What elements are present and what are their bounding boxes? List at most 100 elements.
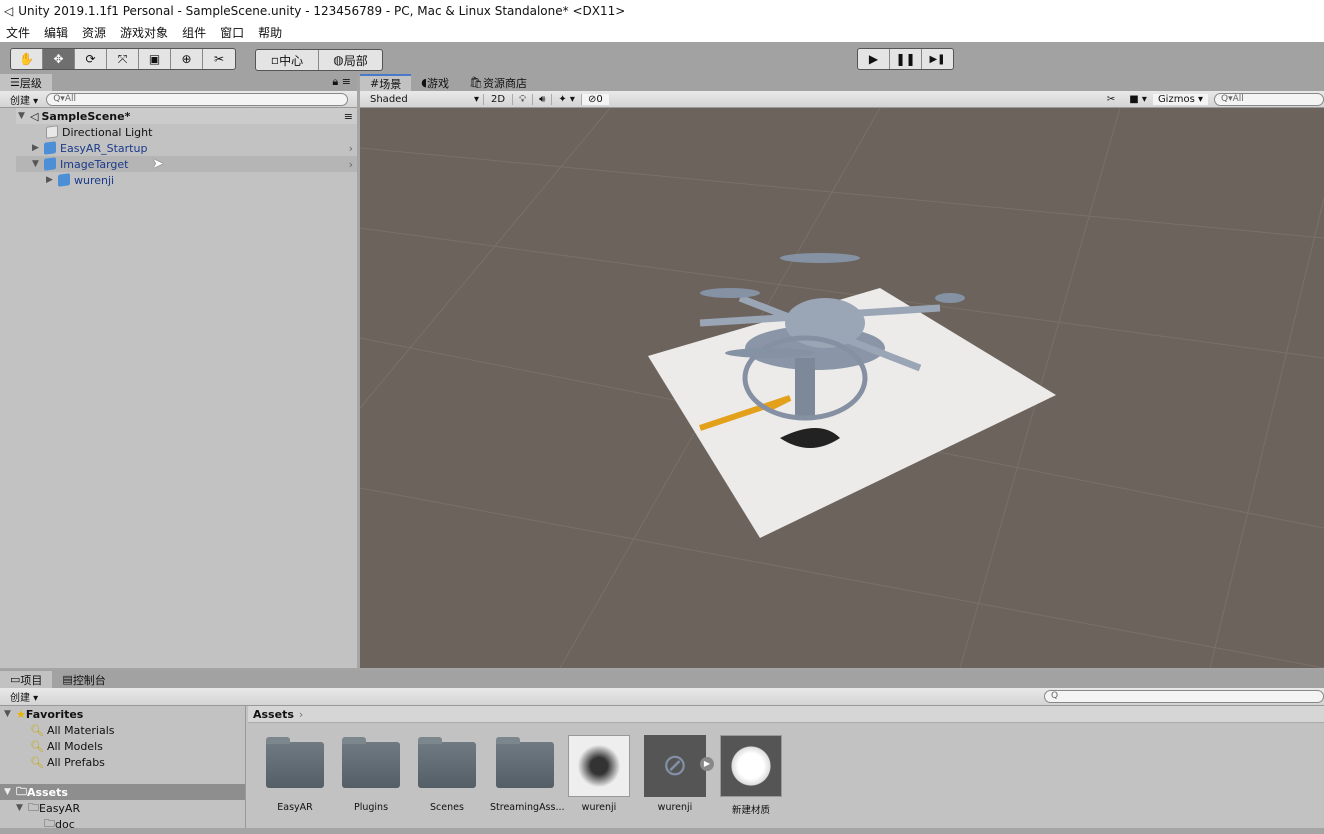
scene-canvas <box>360 108 1324 668</box>
asset-folder[interactable]: StreamingAss... <box>490 734 565 813</box>
asset-folder[interactable]: Scenes <box>414 734 480 813</box>
play-button[interactable]: ▶ <box>858 49 890 69</box>
prefab-icon <box>44 141 56 155</box>
menu-gameobject[interactable]: 游戏对象 <box>120 24 168 41</box>
favorite-item[interactable]: 🔍︎ All Models <box>0 738 245 754</box>
asset-folder[interactable]: EasyAR <box>262 734 328 813</box>
shading-dropdown[interactable]: Shaded ▾ <box>360 93 484 105</box>
search-icon: 🔍︎ <box>30 755 44 769</box>
asset-model[interactable]: ⊘ wurenji ▶ <box>642 735 714 813</box>
pivot-group: ▫ 中心 ◍ 局部 <box>255 49 383 71</box>
tree-item[interactable]: 🗀︎ doc <box>0 816 245 832</box>
transform-tools: ✋ ✥ ⟳ ⤧ ▣ ⊕ ✂ <box>10 48 236 70</box>
play-controls: ▶ ❚❚ ▶❚ <box>857 48 954 70</box>
scene-toolbar: Shaded ▾ 2D 💡︎ 🔊︎ ✦ ▾ ⊘0 ✂ ■ ▾ Gizmos ▾ Q… <box>360 91 1324 108</box>
menu-file[interactable]: 文件 <box>6 24 30 41</box>
favorite-item[interactable]: 🔍︎ All Prefabs <box>0 754 245 770</box>
create-dropdown[interactable]: 创建 ▾ <box>10 92 38 107</box>
list-item[interactable]: ▶ wurenji <box>16 172 357 188</box>
title-bar: ◁ Unity 2019.1.1f1 Personal - SampleScene… <box>0 0 1324 22</box>
folder-icon <box>266 737 324 788</box>
scene-menu-icon[interactable]: ≡ <box>344 110 353 123</box>
hierarchy-tabs: ☰ 层级 🔒︎ ≡ <box>0 74 357 91</box>
asset-browser: Assets › EasyAR Plugins Scenes StreamingA… <box>248 706 1324 828</box>
gizmos-dropdown[interactable]: Gizmos ▾ <box>1152 93 1208 105</box>
project-search[interactable]: Q <box>1044 690 1324 703</box>
unity-logo-icon: ◁ <box>4 4 14 18</box>
texture-thumbnail <box>568 735 630 797</box>
expand-arrow-icon[interactable]: ▶ <box>700 757 714 771</box>
scene-viewport[interactable] <box>360 108 1324 668</box>
hierarchy-panel: ☰ 层级 🔒︎ ≡ 创建 ▾ Q▾All ▼ ◁ SampleScene* ≡ Dire… <box>0 74 357 668</box>
pivot-toggle[interactable]: ▫ 中心 <box>256 50 319 70</box>
search-icon: 🔍︎ <box>30 723 44 737</box>
scale-tool-button[interactable]: ⤧ <box>107 49 139 69</box>
hand-tool-button[interactable]: ✋ <box>11 49 43 69</box>
space-toggle[interactable]: ◍ 局部 <box>319 50 382 70</box>
project-create-dropdown[interactable]: 创建 ▾ <box>10 689 38 704</box>
prefab-icon <box>58 173 70 187</box>
material-thumbnail <box>720 735 782 797</box>
mouse-cursor: ➤ <box>152 156 164 172</box>
rotate-tool-button[interactable]: ⟳ <box>75 49 107 69</box>
rect-tool-button[interactable]: ▣ <box>139 49 171 69</box>
gameobject-icon <box>46 125 58 139</box>
menu-window[interactable]: 窗口 <box>220 24 244 41</box>
menu-bar: 文件 编辑 资源 游戏对象 组件 窗口 帮助 <box>0 22 1324 42</box>
list-item[interactable]: ▼ ImageTarget › ➤ <box>16 156 357 172</box>
project-toolbar: 创建 ▾ Q <box>0 688 1324 706</box>
folder-icon: 🗀︎ <box>16 784 27 798</box>
project-panel: ▭ 项目 ▤ 控制台 创建 ▾ Q ▼ ★ Favorites 🔍︎ All Mate… <box>0 670 1324 831</box>
favorite-item[interactable]: 🔍︎ All Materials <box>0 722 245 738</box>
tab-scene[interactable]: # 场景 <box>360 74 412 91</box>
main-toolbar: ✋ ✥ ⟳ ⤧ ▣ ⊕ ✂ ▫ 中心 ◍ 局部 ▶ ❚❚ ▶❚ <box>0 42 1324 74</box>
tools-icon[interactable]: ✂ <box>1099 94 1123 105</box>
folder-icon: 🗀︎ <box>28 800 39 814</box>
prefab-icon <box>44 157 56 171</box>
menu-edit[interactable]: 编辑 <box>44 24 68 41</box>
lock-icon[interactable]: 🔒︎ ≡ <box>332 75 351 89</box>
scene-search[interactable]: Q▾All <box>1214 92 1324 106</box>
transform-tool-button[interactable]: ⊕ <box>171 49 203 69</box>
pause-button[interactable]: ❚❚ <box>890 49 922 69</box>
lighting-icon[interactable]: 💡︎ <box>513 93 534 105</box>
menu-component[interactable]: 组件 <box>182 24 206 41</box>
menu-help[interactable]: 帮助 <box>258 24 282 41</box>
tab-hierarchy[interactable]: ☰ 层级 <box>0 74 52 91</box>
project-tree: ▼ ★ Favorites 🔍︎ All Materials 🔍︎ All Models… <box>0 706 246 831</box>
tab-project[interactable]: ▭ 项目 <box>0 671 53 688</box>
step-button[interactable]: ▶❚ <box>922 49 953 69</box>
unity-scene-icon: ◁ <box>30 109 39 123</box>
folder-icon <box>418 737 476 788</box>
asset-texture[interactable]: wurenji <box>566 735 632 813</box>
2d-toggle[interactable]: 2D <box>484 93 514 105</box>
camera-icon[interactable]: ■ ▾ <box>1123 94 1153 105</box>
folder-icon: 🗀︎ <box>44 816 55 830</box>
favorites-row[interactable]: ▼ ★ Favorites <box>0 706 245 722</box>
hierarchy-list: ▼ ◁ SampleScene* ≡ Directional Light ▶ EasyA… <box>0 108 357 188</box>
model-thumbnail: ⊘ <box>644 735 706 797</box>
tab-game[interactable]: ◖ 游戏 <box>411 74 459 91</box>
scene-panel: # 场景 ◖ 游戏 🛍︎ 资源商店 Shaded ▾ 2D 💡︎ 🔊︎ ✦ ▾ ⊘… <box>360 74 1324 668</box>
hierarchy-search[interactable]: Q▾All <box>46 92 349 106</box>
move-tool-button[interactable]: ✥ <box>43 49 75 69</box>
menu-assets[interactable]: 资源 <box>82 24 106 41</box>
window-title: Unity 2019.1.1f1 Personal - SampleScene.… <box>18 4 626 18</box>
hidden-objects-toggle[interactable]: ⊘0 <box>581 93 609 105</box>
breadcrumb-assets[interactable]: Assets <box>253 708 294 721</box>
tree-item[interactable]: ▼ 🗀︎ EasyAR <box>0 800 245 816</box>
effects-icon[interactable]: ✦ ▾ <box>552 93 582 105</box>
scene-row[interactable]: ▼ ◁ SampleScene* ≡ <box>16 108 357 124</box>
asset-folder[interactable]: Plugins <box>338 734 404 813</box>
folder-icon <box>496 737 554 788</box>
custom-tool-button[interactable]: ✂ <box>203 49 235 69</box>
asset-material[interactable]: 新建材质 <box>718 735 784 816</box>
tab-asset-store[interactable]: 🛍︎ 资源商店 <box>459 74 537 91</box>
scene-tabs: # 场景 ◖ 游戏 🛍︎ 资源商店 <box>360 74 1324 91</box>
search-icon: 🔍︎ <box>30 739 44 753</box>
list-item[interactable]: Directional Light <box>16 124 357 140</box>
tab-console[interactable]: ▤ 控制台 <box>52 671 115 688</box>
audio-icon[interactable]: 🔊︎ <box>533 93 553 105</box>
breadcrumb: Assets › <box>248 706 1324 723</box>
list-item[interactable]: ▶ EasyAR_Startup › <box>16 140 357 156</box>
